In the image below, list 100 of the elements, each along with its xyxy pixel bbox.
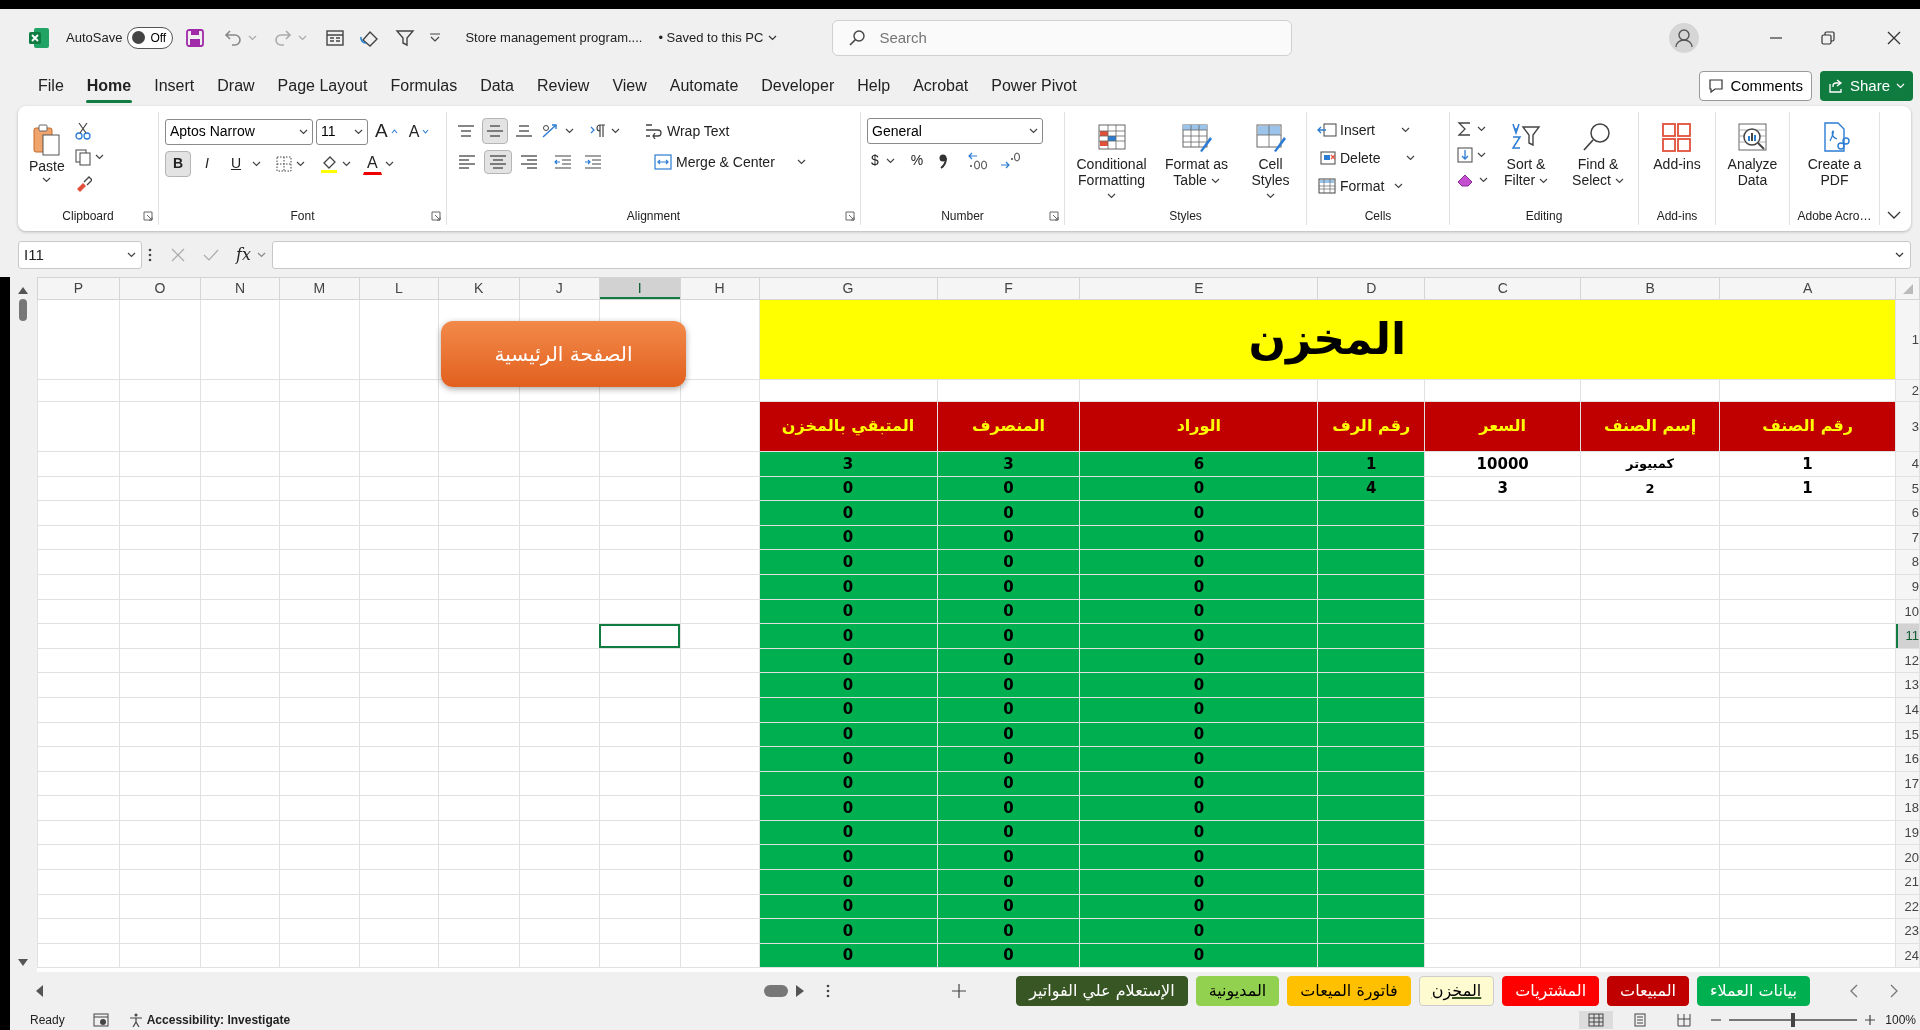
caret-icon[interactable] [1895,252,1904,259]
menu-tab[interactable]: Page Layout [267,70,378,103]
more-options-icon[interactable] [826,984,830,998]
increase-decimal-icon[interactable] [967,150,990,171]
caret-icon[interactable] [1477,152,1486,159]
row-header[interactable]: 18 [1895,795,1920,821]
view-button[interactable] [1579,1011,1614,1029]
close-icon[interactable] [1887,30,1901,45]
save-icon[interactable] [185,27,206,48]
row-header[interactable]: 6 [1895,500,1920,526]
autosave-toggle[interactable]: Off [127,26,174,49]
currency-button[interactable]: $ [867,150,883,172]
ribbon-button[interactable]: Format as Table [1156,118,1238,191]
row-header[interactable]: 8 [1895,549,1920,575]
menu-tab[interactable]: Review [526,70,600,103]
menu-tab[interactable]: File [28,70,74,103]
dialog-launcher-icon[interactable] [143,211,153,222]
sheet-tab[interactable]: المبيعات [1607,976,1689,1006]
ribbon-button[interactable]: Create a PDF [1798,118,1871,191]
caret-icon[interactable] [127,252,136,259]
decrease-decimal-icon[interactable] [999,150,1022,171]
column-header[interactable]: H [680,277,760,300]
row-header[interactable]: 5 [1895,476,1920,501]
vertical-align-button[interactable] [482,118,508,145]
caret-icon[interactable] [384,161,394,168]
sheet-tab[interactable]: الإستعلام علي الفواتير [1016,976,1188,1006]
row-header[interactable]: 19 [1895,820,1920,845]
caret-icon[interactable] [1401,127,1410,134]
comments-button[interactable]: Comments [1699,71,1812,102]
horizontal-scrollbar-thumb[interactable] [764,985,788,997]
sheet-tab[interactable]: المشتريات [1502,976,1600,1006]
menu-tab[interactable]: View [602,70,657,103]
column-header[interactable]: A [1719,277,1896,300]
macro-recording-icon[interactable] [92,1013,109,1027]
column-header[interactable]: B [1580,277,1720,300]
previous-sheet-icon[interactable] [1850,984,1858,998]
row-header[interactable]: 24 [1895,943,1920,968]
menu-tab[interactable]: Automate [659,70,749,103]
wrap-text-button[interactable]: Wrap Text [640,118,734,145]
accessibility-status[interactable]: Accessibility: Investigate [146,1011,291,1029]
insert-function-button[interactable]: fx [236,243,251,268]
collapse-ribbon-icon[interactable] [1887,211,1901,220]
column-header[interactable]: D [1317,277,1425,300]
caret-icon[interactable] [1406,155,1416,162]
row-header[interactable]: 21 [1895,869,1920,895]
column-header[interactable]: P [37,277,120,300]
number-format-dropdown[interactable]: General [867,118,1043,145]
name-box[interactable]: I11 [18,241,142,270]
zoom-level[interactable]: 100% [1885,1011,1916,1029]
sheet-tab[interactable]: فاتورة الميعات [1287,976,1411,1006]
caret-icon[interactable] [342,161,351,168]
column-header[interactable]: F [937,277,1080,300]
ribbon-button[interactable]: Analyze Data [1722,118,1783,191]
caret-icon[interactable] [94,154,104,161]
dialog-launcher-icon[interactable] [845,211,855,222]
merge-center-button[interactable]: Merge & Center [649,150,779,175]
sheet-tab[interactable]: المديونية [1195,976,1280,1006]
row-header[interactable]: 4 [1895,451,1920,477]
scroll-left-icon[interactable] [36,985,44,997]
column-header[interactable]: I [599,277,681,300]
dialog-launcher-icon[interactable] [1049,211,1059,222]
form-icon[interactable] [325,27,346,48]
zoom-in-icon[interactable] [1865,1015,1876,1025]
menu-tab[interactable]: Help [847,70,901,103]
row-header[interactable]: 15 [1895,722,1920,747]
row-header[interactable]: 14 [1895,697,1920,722]
ribbon-button[interactable]: Find & Select [1564,118,1632,191]
paste-button[interactable]: Paste [24,118,70,186]
caret-icon[interactable] [42,176,52,183]
menu-tab[interactable]: Data [470,70,524,103]
column-header[interactable]: J [519,277,600,300]
row-header[interactable]: 16 [1895,746,1920,772]
scissors-icon[interactable] [73,122,92,141]
row-header[interactable]: 12 [1895,648,1920,673]
search-field[interactable]: Search [832,19,1293,56]
dialog-launcher-icon[interactable] [431,211,441,222]
caret-icon[interactable] [611,128,620,135]
ribbon-button[interactable]: Cell Styles [1241,118,1300,207]
cells-button[interactable]: Insert [1313,118,1379,143]
caret-icon[interactable] [768,34,778,41]
font-style-button[interactable]: B [165,151,191,178]
caret-icon[interactable] [1210,177,1220,184]
row-header[interactable]: 17 [1895,771,1920,796]
caret-icon[interactable] [1107,193,1116,200]
row-header[interactable]: 9 [1895,574,1920,600]
row-header[interactable]: 13 [1895,672,1920,698]
caret-icon[interactable] [1266,193,1276,200]
row-header[interactable]: 22 [1895,894,1920,919]
row-header[interactable]: 23 [1895,918,1920,944]
menu-tab[interactable]: Home [76,70,142,103]
avatar-icon[interactable] [1669,22,1699,53]
caret-icon[interactable] [1539,177,1548,184]
menu-tab[interactable]: Insert [144,70,205,103]
font-style-button[interactable]: U [223,151,249,178]
caret-icon[interactable] [1479,177,1488,184]
scroll-down-icon[interactable] [18,959,28,966]
row-header[interactable]: 11 [1895,623,1920,649]
column-header[interactable]: C [1424,277,1581,300]
accessibility-icon[interactable] [128,1013,143,1027]
filter-icon[interactable] [395,27,416,48]
